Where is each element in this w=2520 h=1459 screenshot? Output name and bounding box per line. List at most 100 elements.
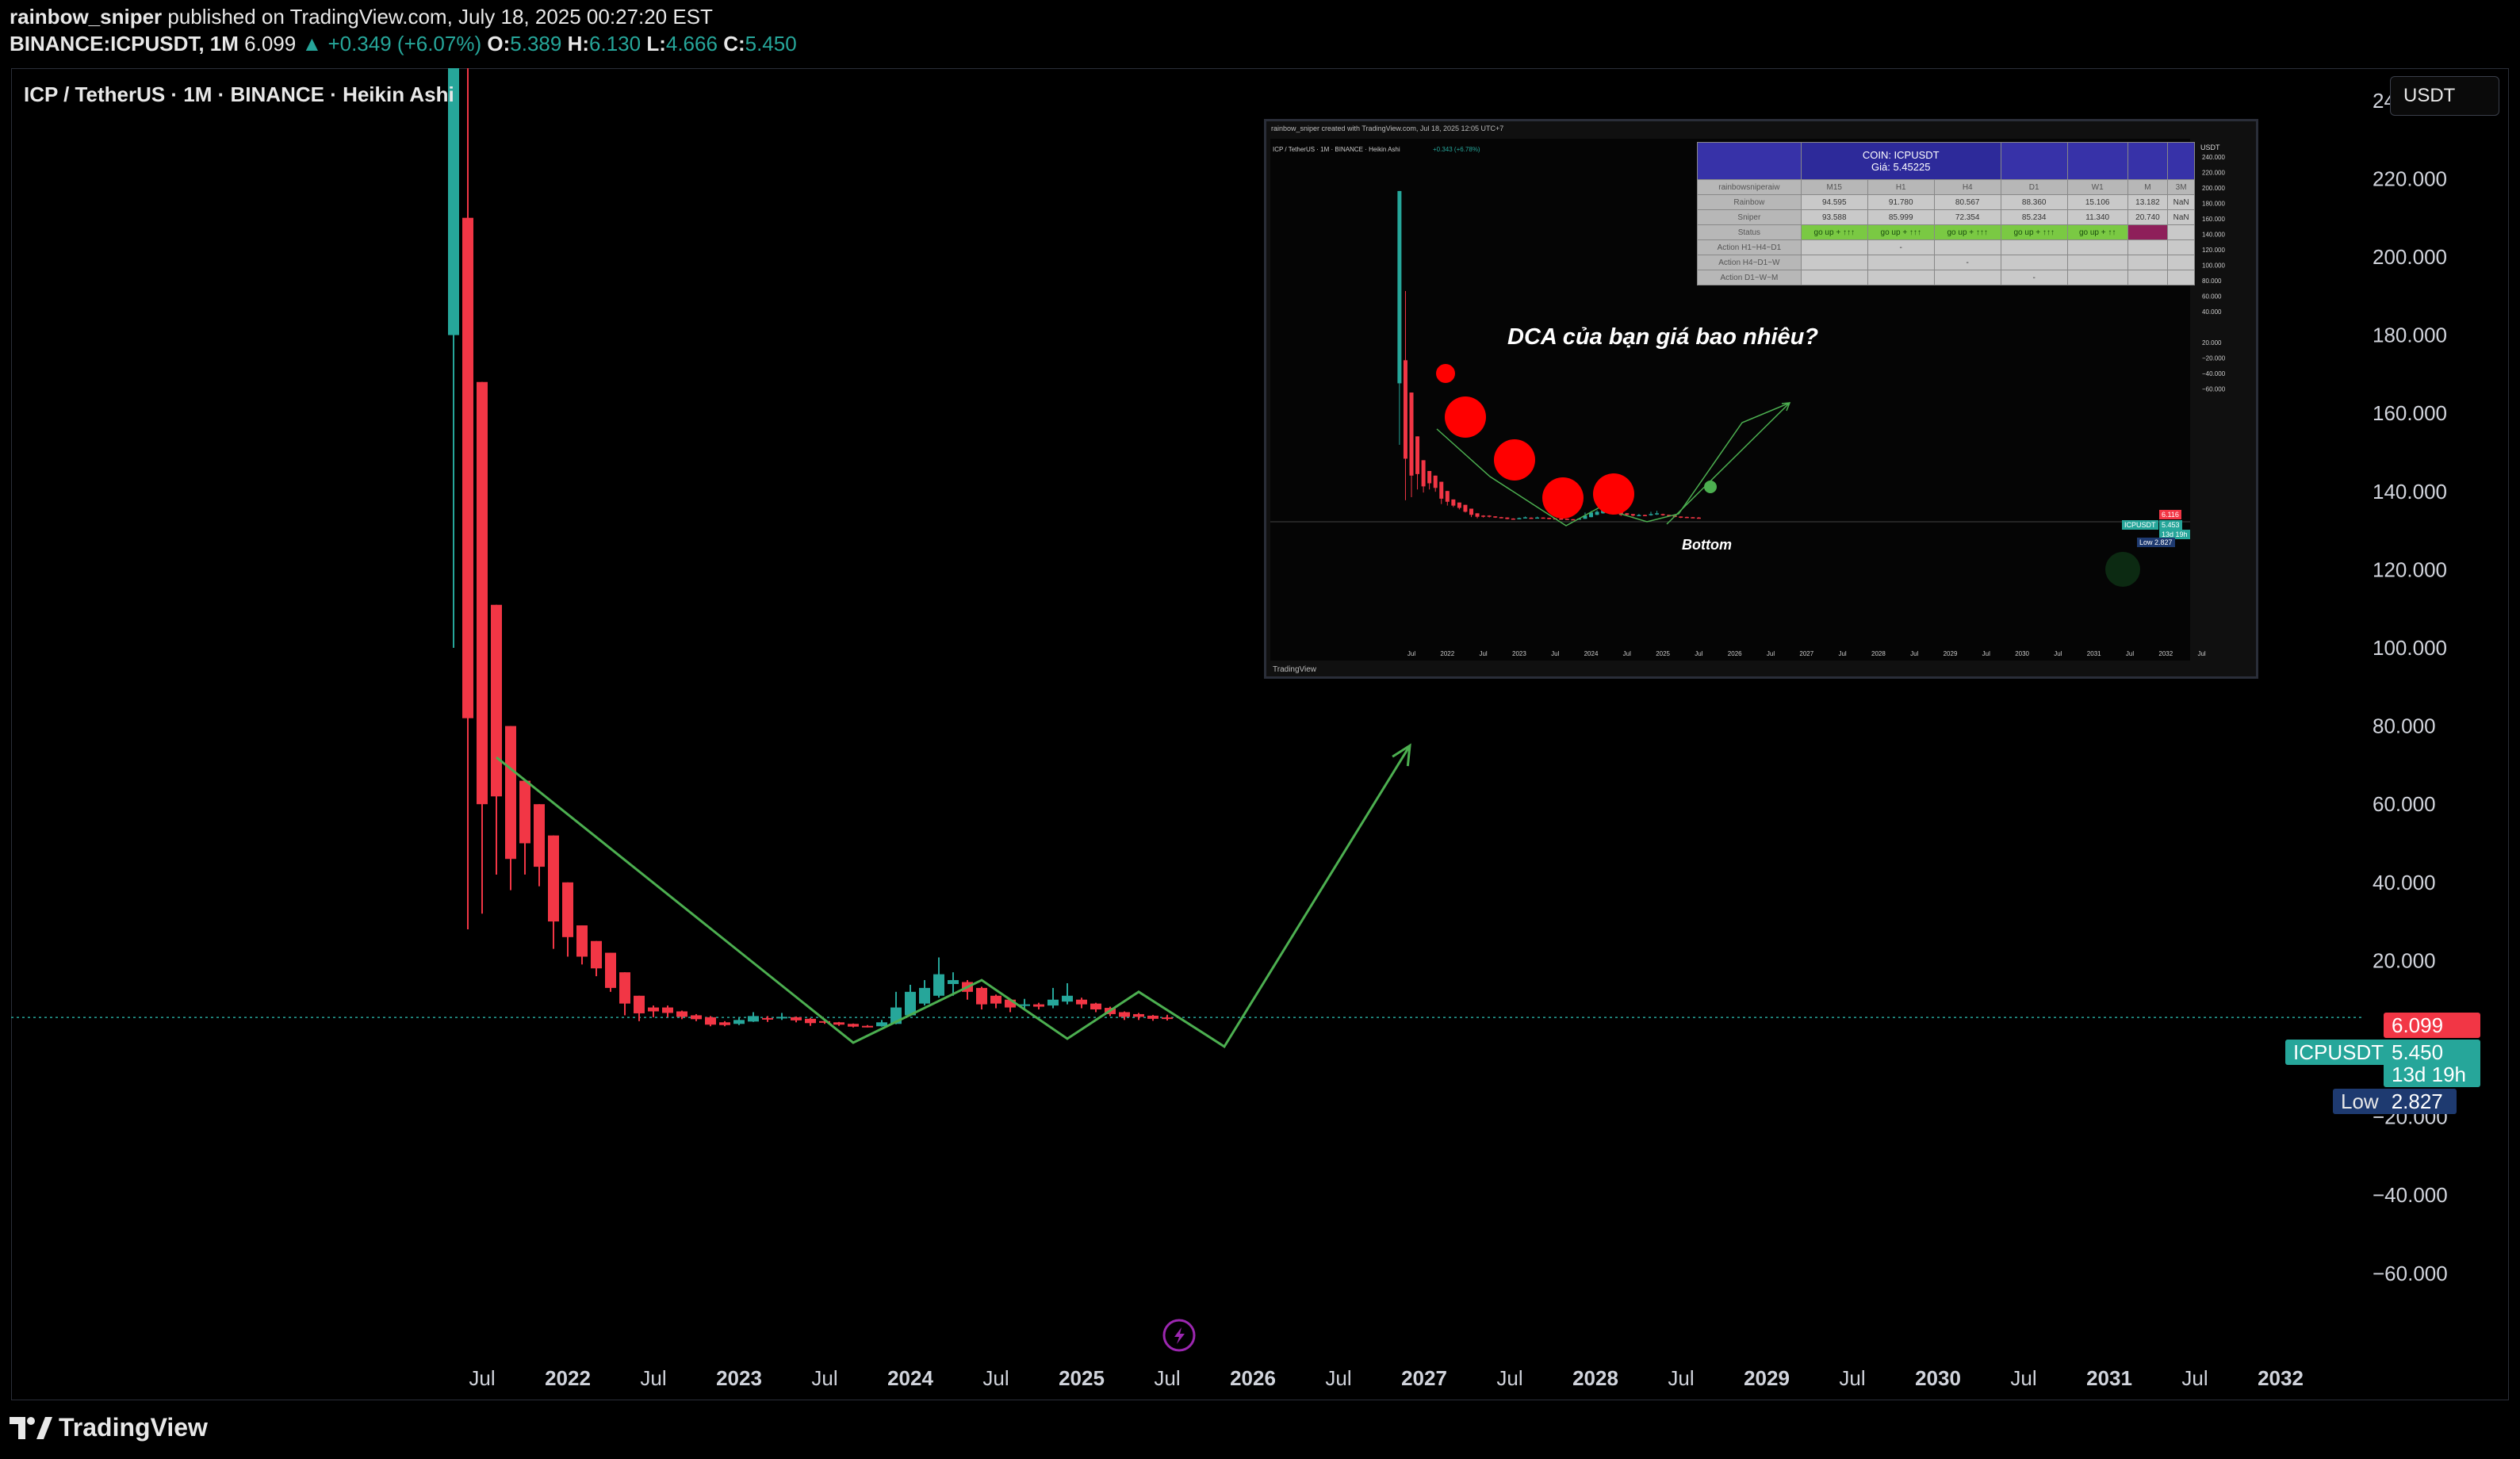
table-cell: 80.567	[1933, 194, 2001, 210]
x-tick-label: Jul	[1154, 1366, 1180, 1390]
inset-x-tick: Jul	[1695, 650, 1702, 657]
table-column-header: W1	[2066, 179, 2128, 195]
inset-candle-body	[1522, 517, 1527, 519]
x-tick-label: Jul	[811, 1366, 837, 1390]
x-tick-label: Jul	[1325, 1366, 1351, 1390]
candle-body	[1133, 1013, 1144, 1017]
table-cell: 85.999	[1867, 209, 1935, 225]
x-tick-label: 2031	[2086, 1366, 2132, 1390]
inset-candle-body	[1642, 515, 1647, 516]
inset-candle-body	[1660, 514, 1665, 515]
inset-y-tick: 160.000	[2202, 216, 2225, 223]
table-cell: 91.780	[1867, 194, 1935, 210]
y-tick-label: 80.000	[2373, 714, 2436, 738]
last-price-tag: 6.099	[2384, 1013, 2480, 1038]
low-tag-label: Low	[2341, 1089, 2379, 1113]
table-cell: go up + ↑↑↑	[1933, 224, 2001, 240]
candle-body	[448, 68, 459, 335]
inset-red-dot	[1542, 477, 1584, 519]
tradingview-logo[interactable]: TradingView	[10, 1413, 208, 1442]
table-cell: go up + ↑↑↑	[2000, 224, 2068, 240]
table-cell: 13.182	[2127, 194, 2169, 210]
table-column-header: D1	[2000, 179, 2068, 195]
table-cell	[2127, 270, 2169, 285]
table-cell: 94.595	[1800, 194, 1868, 210]
candle-body	[676, 1011, 687, 1017]
table-cell: -	[2000, 270, 2068, 285]
candle-body	[477, 381, 488, 805]
inset-symbol-tag: ICPUSDT	[2122, 520, 2158, 530]
candle-body	[705, 1017, 716, 1025]
inset-y-tick: 140.000	[2202, 232, 2225, 239]
candle-body	[519, 780, 530, 844]
candle-body	[933, 974, 944, 996]
table-cell	[2167, 270, 2195, 285]
inset-x-tick: 2031	[2087, 650, 2101, 657]
inset-candle-body	[1493, 516, 1498, 518]
candle-body	[691, 1015, 702, 1020]
table-header-filler	[2127, 142, 2169, 180]
table-coin: COIN: ICPUSDT	[1862, 149, 1940, 161]
table-cell	[1933, 239, 2001, 255]
inset-unit: USDT	[2200, 144, 2220, 151]
low-tag: Low 2.827	[2333, 1089, 2457, 1114]
inset-candle-body	[1451, 499, 1456, 506]
inset-candle-body	[1415, 436, 1420, 474]
y-tick-label: 140.000	[2373, 480, 2447, 504]
candle-body	[662, 1007, 673, 1013]
inset-candle-body	[1535, 517, 1540, 519]
table-cell: 93.588	[1800, 209, 1868, 225]
inset-spiral-icon	[2105, 552, 2140, 587]
table-column-header: M	[2127, 179, 2169, 195]
inset-x-tick: 2023	[1512, 650, 1526, 657]
table-header-filler	[2000, 142, 2068, 180]
chart-title: ICP / TetherUS · 1M · BINANCE · Heikin A…	[24, 82, 454, 106]
y-tick-label: 220.000	[2373, 167, 2447, 190]
inset-x-tick: 2029	[1944, 650, 1958, 657]
y-tick-label: 20.000	[2373, 948, 2436, 972]
y-tick-label: 160.000	[2373, 401, 2447, 425]
y-tick-label: −40.000	[2373, 1183, 2448, 1207]
inset-y-tick: 20.000	[2202, 339, 2222, 347]
inset-price-tag: 5.453	[2159, 520, 2182, 530]
candle-body	[605, 952, 616, 988]
inset-candle-body	[1684, 516, 1689, 519]
inset-red-dot	[1445, 396, 1486, 438]
candle-body	[648, 1007, 659, 1012]
candle-body	[762, 1017, 773, 1020]
candle-body	[733, 1020, 745, 1024]
y-tick-label: 120.000	[2373, 557, 2447, 581]
candle-body	[791, 1017, 802, 1021]
currency-button[interactable]: USDT	[2390, 76, 2499, 116]
inset-candle-body	[1463, 504, 1468, 512]
x-tick-label: Jul	[2010, 1366, 2036, 1390]
inset-x-tick: 2025	[1656, 650, 1670, 657]
inset-candle-body	[1655, 513, 1660, 515]
table-cell: -	[1867, 239, 1935, 255]
inset-candle-body	[1433, 475, 1438, 488]
inset-x-tick: Jul	[1767, 650, 1775, 657]
table-cell	[2000, 239, 2068, 255]
inset-green-dot	[1704, 481, 1717, 493]
inset-candle-body	[1457, 502, 1461, 508]
inset-candle-body	[1541, 517, 1545, 519]
inset-red-dot	[1494, 439, 1535, 481]
inset-candle-body	[1499, 517, 1503, 519]
x-tick-label: 2023	[716, 1366, 762, 1390]
x-tick-label: Jul	[640, 1366, 666, 1390]
table-cell: 88.360	[2000, 194, 2068, 210]
inset-candle-body	[1397, 190, 1402, 384]
inset-y-tick: 40.000	[2202, 308, 2222, 316]
inset-y-tick: 240.000	[2202, 154, 2225, 161]
x-tick-label: 2025	[1059, 1366, 1105, 1390]
table-cell: Rainbow	[1697, 194, 1802, 210]
table-cell: Action D1~W~M	[1697, 270, 1802, 285]
table-cell: Sniper	[1697, 209, 1802, 225]
inset-candle-body	[1595, 511, 1599, 515]
y-tick-label: −60.000	[2373, 1262, 2448, 1285]
inset-candle-body	[1625, 513, 1630, 515]
y-tick-label: 100.000	[2373, 636, 2447, 660]
x-tick-label: Jul	[469, 1366, 495, 1390]
candle-body	[562, 882, 573, 937]
inset-candle-body	[1630, 514, 1635, 516]
